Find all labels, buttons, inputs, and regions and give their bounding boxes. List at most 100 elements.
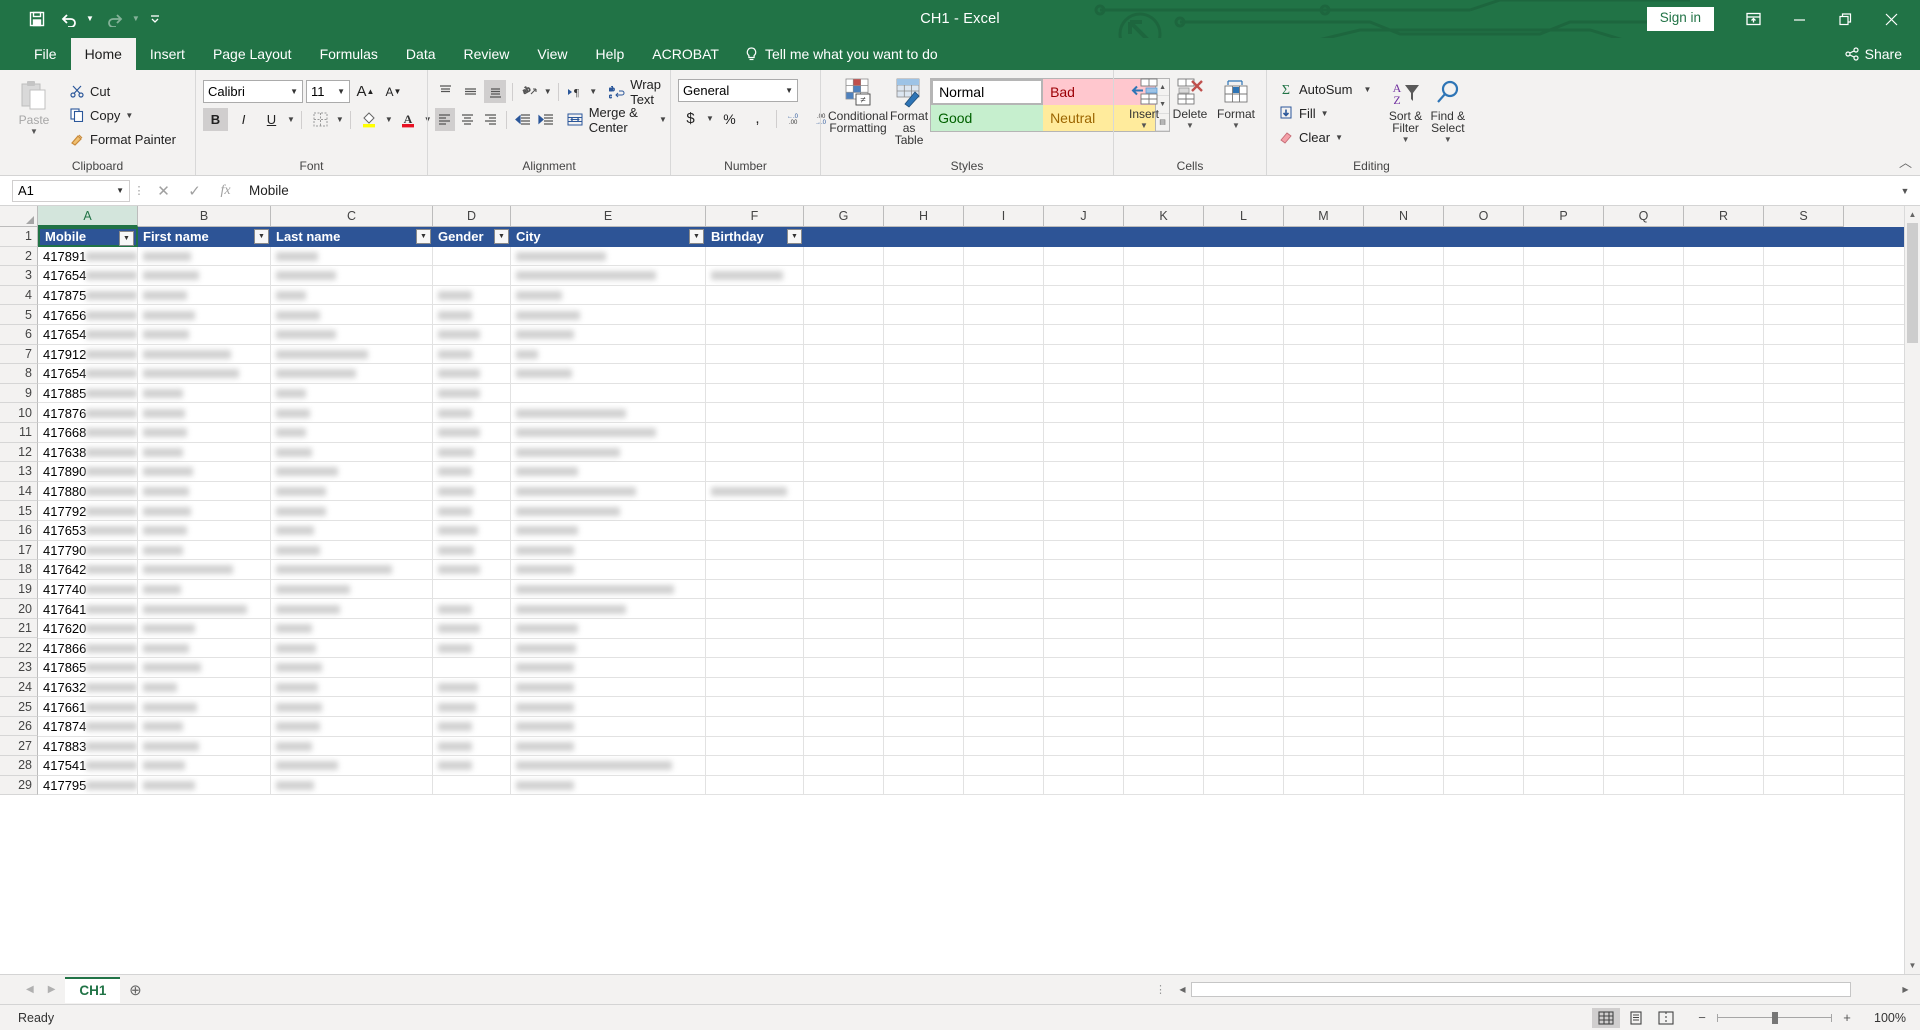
- filter-dropdown-icon[interactable]: ▼: [416, 229, 431, 244]
- cell-F4[interactable]: [706, 285, 804, 306]
- align-middle-button[interactable]: [460, 80, 482, 103]
- cell-S11[interactable]: [1764, 423, 1844, 443]
- cell-J4[interactable]: [1044, 285, 1124, 306]
- cell-L27[interactable]: [1204, 736, 1284, 757]
- cell-I24[interactable]: [964, 677, 1044, 698]
- cell-B21[interactable]: [138, 619, 271, 639]
- column-header-L[interactable]: L: [1204, 206, 1284, 227]
- cell-B27[interactable]: [138, 736, 271, 757]
- cell-P24[interactable]: [1524, 677, 1604, 698]
- cell-D2[interactable]: [433, 246, 511, 267]
- cell-P3[interactable]: [1524, 266, 1604, 286]
- column-header-F[interactable]: F: [706, 206, 804, 227]
- cell-O8[interactable]: [1444, 364, 1524, 384]
- row-header-23[interactable]: 23: [0, 658, 38, 678]
- zoom-out-button[interactable]: −: [1694, 1010, 1710, 1025]
- cell-I4[interactable]: [964, 285, 1044, 306]
- cell-R17[interactable]: [1684, 540, 1764, 561]
- cell-E10[interactable]: [511, 403, 706, 423]
- zoom-level-label[interactable]: 100%: [1862, 1011, 1906, 1025]
- cell-D28[interactable]: [433, 756, 511, 776]
- cell-K23[interactable]: [1124, 658, 1204, 678]
- cell-B7[interactable]: [138, 344, 271, 365]
- cell-D3[interactable]: [433, 266, 511, 286]
- cell-I26[interactable]: [964, 717, 1044, 737]
- cell-F8[interactable]: [706, 364, 804, 384]
- cell-N20[interactable]: [1364, 599, 1444, 619]
- cell-P7[interactable]: [1524, 344, 1604, 365]
- cell-O24[interactable]: [1444, 677, 1524, 698]
- cell-L4[interactable]: [1204, 285, 1284, 306]
- row-header-28[interactable]: 28: [0, 756, 38, 776]
- row-header-14[interactable]: 14: [0, 481, 38, 502]
- number-format-dropdown-icon[interactable]: ▼: [785, 86, 793, 95]
- formula-bar-grip[interactable]: ⋮: [130, 184, 148, 197]
- cell-M7[interactable]: [1284, 344, 1364, 365]
- row-header-18[interactable]: 18: [0, 560, 38, 580]
- conditional-formatting-button[interactable]: ≠ Conditional Formatting: [828, 75, 888, 134]
- cell-L19[interactable]: [1204, 579, 1284, 600]
- horizontal-scroll-track[interactable]: [1191, 982, 1897, 997]
- cell-S28[interactable]: [1764, 756, 1844, 776]
- cell-A24[interactable]: 417632: [38, 677, 138, 698]
- cell-S4[interactable]: [1764, 285, 1844, 306]
- cell-A12[interactable]: 417638: [38, 442, 138, 463]
- autosum-dropdown-icon[interactable]: ▼: [1363, 85, 1371, 94]
- cell-K27[interactable]: [1124, 736, 1204, 757]
- cell-P5[interactable]: [1524, 305, 1604, 325]
- percent-format-button[interactable]: %: [717, 107, 742, 130]
- cell-G26[interactable]: [804, 717, 884, 737]
- cell-E17[interactable]: [511, 540, 706, 561]
- cell-M27[interactable]: [1284, 736, 1364, 757]
- cell-I5[interactable]: [964, 305, 1044, 325]
- cell-E8[interactable]: [511, 364, 706, 384]
- cell-N18[interactable]: [1364, 560, 1444, 580]
- cell-J20[interactable]: [1044, 599, 1124, 619]
- cell-M2[interactable]: [1284, 246, 1364, 267]
- cell-F2[interactable]: [706, 246, 804, 267]
- add-sheet-icon[interactable]: ⊕: [120, 981, 150, 999]
- font-name-dropdown-icon[interactable]: ▼: [290, 87, 298, 96]
- column-header-C[interactable]: C: [271, 206, 433, 227]
- cell-I23[interactable]: [964, 658, 1044, 678]
- cell-C5[interactable]: [271, 305, 433, 325]
- row-header-16[interactable]: 16: [0, 520, 38, 541]
- cell-B8[interactable]: [138, 364, 271, 384]
- cell-H2[interactable]: [884, 246, 964, 267]
- cell-G15[interactable]: [804, 501, 884, 521]
- cell-G12[interactable]: [804, 442, 884, 463]
- cell-I3[interactable]: [964, 266, 1044, 286]
- cell-J9[interactable]: [1044, 383, 1124, 404]
- cell-P14[interactable]: [1524, 481, 1604, 502]
- cell-B11[interactable]: [138, 423, 271, 443]
- cell-Q17[interactable]: [1604, 540, 1684, 561]
- row-header-29[interactable]: 29: [0, 775, 38, 796]
- cell-K29[interactable]: [1124, 775, 1204, 796]
- cell-R13[interactable]: [1684, 462, 1764, 482]
- column-header-I[interactable]: I: [964, 206, 1044, 227]
- cell-A3[interactable]: 417654: [38, 266, 138, 286]
- cell-S24[interactable]: [1764, 677, 1844, 698]
- cell-G16[interactable]: [804, 521, 884, 541]
- cell-F10[interactable]: [706, 403, 804, 423]
- cell-D22[interactable]: [433, 638, 511, 659]
- name-box[interactable]: A1 ▼: [12, 179, 130, 202]
- cell-B23[interactable]: [138, 658, 271, 678]
- cell-L2[interactable]: [1204, 246, 1284, 267]
- cell-P12[interactable]: [1524, 442, 1604, 463]
- column-header-S[interactable]: S: [1764, 206, 1844, 227]
- cell-K12[interactable]: [1124, 442, 1204, 463]
- cell-B4[interactable]: [138, 285, 271, 306]
- cell-N25[interactable]: [1364, 697, 1444, 717]
- insert-cells-button[interactable]: Insert ▼: [1121, 75, 1167, 130]
- format-cells-dropdown-icon[interactable]: ▼: [1232, 121, 1240, 130]
- cell-J7[interactable]: [1044, 344, 1124, 365]
- cell-K9[interactable]: [1124, 383, 1204, 404]
- sheet-tab-ch1[interactable]: CH1: [65, 976, 121, 1003]
- cell-C25[interactable]: [271, 697, 433, 717]
- increase-font-size-button[interactable]: A ▲: [353, 80, 378, 103]
- cell-G19[interactable]: [804, 579, 884, 600]
- paste-button[interactable]: Paste ▼: [7, 77, 61, 136]
- cell-J22[interactable]: [1044, 638, 1124, 659]
- text-direction-button[interactable]: ¶: [565, 80, 587, 103]
